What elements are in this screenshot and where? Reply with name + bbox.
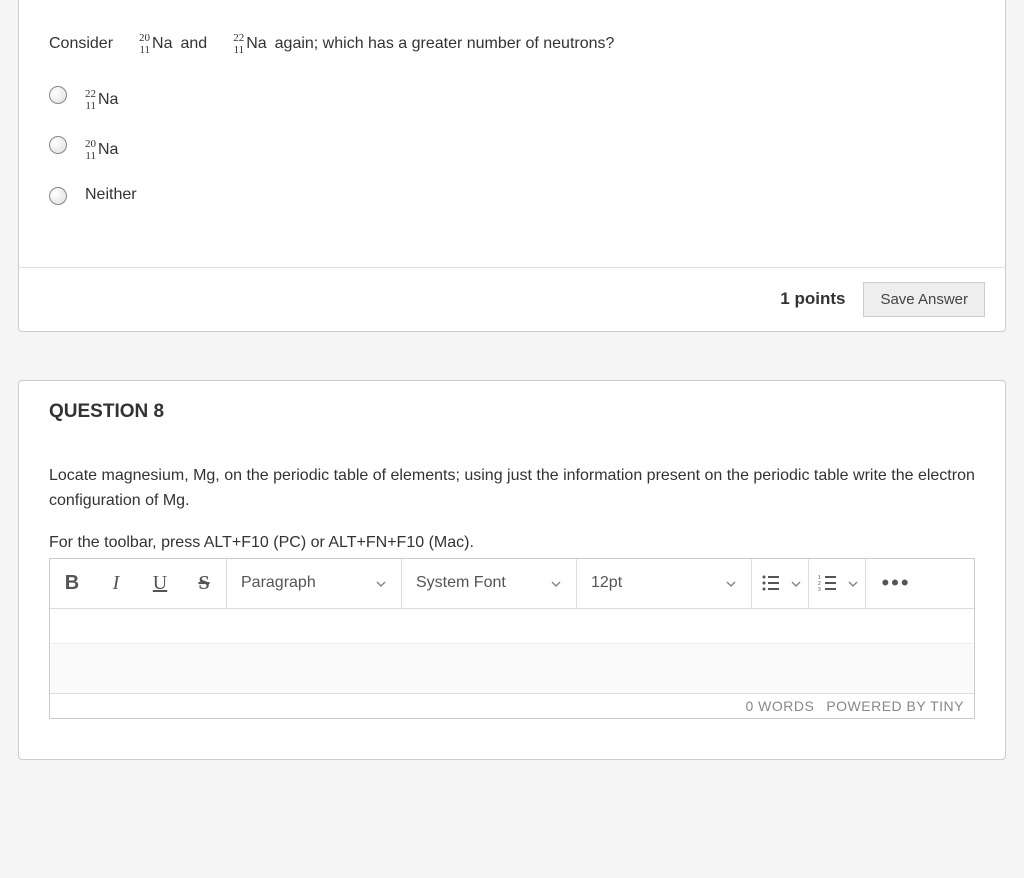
isotope-1: 20 11 Na bbox=[121, 32, 172, 56]
q7-suffix: again; which has a greater number of neu… bbox=[275, 35, 615, 53]
option-b-mass: 20 bbox=[85, 138, 96, 150]
q7-prefix: Consider bbox=[49, 35, 113, 53]
underline-button[interactable]: U bbox=[138, 558, 182, 608]
word-count: 0 WORDS bbox=[745, 698, 814, 714]
q7-footer: 1 points Save Answer bbox=[19, 267, 1005, 331]
option-b: 20 11 Na bbox=[49, 134, 975, 162]
option-a-label: 22 11 Na bbox=[85, 84, 118, 112]
question-8-prompt: Locate magnesium, Mg, on the periodic ta… bbox=[49, 463, 975, 514]
isotope-2-atomic: 11 bbox=[234, 44, 245, 56]
option-c-label: Neither bbox=[85, 186, 137, 204]
question-7-prompt: Consider 20 11 Na and 22 11 Na aga bbox=[49, 32, 975, 56]
font-size-value: 12pt bbox=[591, 574, 622, 592]
question-8-card: QUESTION 8 Locate magnesium, Mg, on the … bbox=[18, 380, 1006, 760]
isotope-1-atomic: 11 bbox=[139, 44, 150, 56]
chevron-down-icon bbox=[375, 577, 387, 589]
option-a: 22 11 Na bbox=[49, 84, 975, 112]
chevron-down-icon bbox=[725, 577, 737, 589]
font-family-value: System Font bbox=[416, 574, 506, 592]
option-b-radio[interactable] bbox=[49, 136, 67, 154]
chevron-down-icon bbox=[847, 577, 859, 589]
rich-text-editor: B I U S Paragraph System Font 12pt bbox=[49, 558, 975, 719]
option-a-radio[interactable] bbox=[49, 86, 67, 104]
numbered-list-icon: 1 2 3 bbox=[809, 558, 847, 608]
q7-mid: and bbox=[180, 35, 207, 53]
strikethrough-button[interactable]: S bbox=[182, 558, 226, 608]
toolbar-hint: For the toolbar, press ALT+F10 (PC) or A… bbox=[49, 534, 975, 552]
question-7-card: Consider 20 11 Na and 22 11 Na aga bbox=[18, 0, 1006, 332]
option-b-label: 20 11 Na bbox=[85, 134, 118, 162]
more-options-button[interactable]: ••• bbox=[866, 559, 926, 608]
option-c: Neither bbox=[49, 185, 975, 205]
isotope-2-symbol: Na bbox=[246, 35, 266, 53]
option-c-radio[interactable] bbox=[49, 187, 67, 205]
option-b-atomic: 11 bbox=[85, 150, 96, 162]
question-8-title: QUESTION 8 bbox=[49, 401, 975, 423]
q7-points: 1 points bbox=[780, 289, 845, 309]
option-b-symbol: Na bbox=[98, 141, 118, 159]
font-size-select[interactable]: 12pt bbox=[577, 559, 752, 608]
editor-toolbar: B I U S Paragraph System Font 12pt bbox=[50, 559, 974, 609]
svg-text:3: 3 bbox=[818, 587, 821, 592]
numbered-list-split-button[interactable]: 1 2 3 bbox=[809, 559, 866, 608]
chevron-down-icon bbox=[550, 577, 562, 589]
save-answer-button[interactable]: Save Answer bbox=[863, 282, 985, 317]
option-a-symbol: Na bbox=[98, 91, 118, 109]
q7-options: 22 11 Na 20 11 Na bbox=[49, 84, 975, 204]
font-family-select[interactable]: System Font bbox=[402, 559, 577, 608]
block-format-value: Paragraph bbox=[241, 574, 316, 592]
bold-button[interactable]: B bbox=[50, 558, 94, 608]
bullet-list-split-button[interactable] bbox=[752, 559, 809, 608]
editor-content-area[interactable] bbox=[50, 609, 974, 693]
isotope-2-mass: 22 bbox=[233, 32, 244, 44]
editor-status-bar: 0 WORDS POWERED BY TINY bbox=[50, 693, 974, 718]
isotope-1-mass: 20 bbox=[139, 32, 150, 44]
isotope-2: 22 11 Na bbox=[215, 32, 266, 56]
isotope-1-symbol: Na bbox=[152, 35, 172, 53]
chevron-down-icon bbox=[790, 577, 802, 589]
block-format-select[interactable]: Paragraph bbox=[227, 559, 402, 608]
italic-button[interactable]: I bbox=[94, 558, 138, 608]
bullet-list-icon bbox=[752, 558, 790, 608]
option-a-atomic: 11 bbox=[85, 100, 96, 112]
option-a-mass: 22 bbox=[85, 88, 96, 100]
powered-by: POWERED BY TINY bbox=[826, 698, 964, 714]
